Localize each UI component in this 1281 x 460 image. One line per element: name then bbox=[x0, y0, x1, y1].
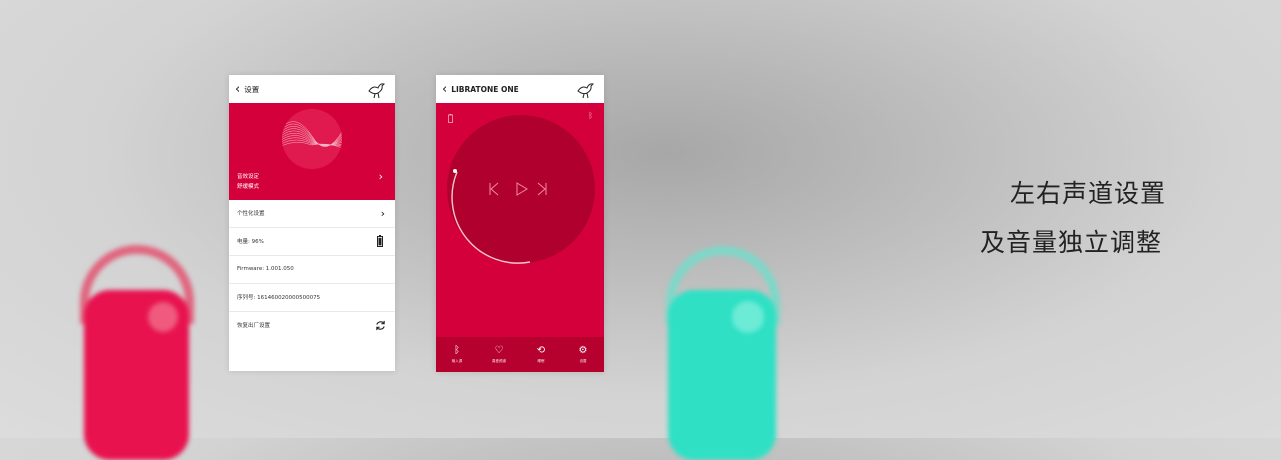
player-phone-screen: ‹ LIBRATONE ONE ᛒ ᛒ 输入源 ♡ 喜爱频道 ⟲ 睡眠 ⚙ 设置 bbox=[436, 75, 604, 372]
firmware-row: Firmware: 1.001.050 bbox=[229, 255, 395, 284]
gear-icon: ⚙ bbox=[578, 345, 588, 356]
profile-line2: 舒缓模式 bbox=[237, 184, 260, 190]
factory-reset-row[interactable]: 恢复出厂设置 bbox=[229, 311, 395, 339]
bird-logo-icon bbox=[368, 83, 385, 99]
timer-icon: ⟲ bbox=[536, 345, 546, 356]
profile-line1: 音效设定 bbox=[237, 174, 260, 180]
sound-profile-panel[interactable]: 音效设定 舒缓模式 › bbox=[229, 103, 395, 200]
settings-title: 设置 bbox=[244, 84, 260, 94]
volume-dial[interactable] bbox=[445, 113, 597, 265]
tab-input-source[interactable]: ᛒ 输入源 bbox=[436, 337, 478, 372]
tab-sleep-timer[interactable]: ⟲ 睡眠 bbox=[520, 337, 562, 372]
battery-row: 电量: 96% bbox=[229, 227, 395, 256]
waveform-sphere-graphic bbox=[282, 109, 342, 169]
battery-icon bbox=[377, 235, 383, 247]
player-tabbar: ᛒ 输入源 ♡ 喜爱频道 ⟲ 睡眠 ⚙ 设置 bbox=[436, 337, 604, 372]
chevron-right-icon: › bbox=[378, 170, 383, 183]
bluetooth-icon: ᛒ bbox=[454, 345, 460, 356]
tab-favorites[interactable]: ♡ 喜爱频道 bbox=[478, 337, 520, 372]
serial-row: 序列号: 161460020000500075 bbox=[229, 283, 395, 312]
player-area: ᛒ bbox=[436, 103, 604, 337]
caption-line1: 左右声道设置 bbox=[1010, 179, 1167, 208]
teal-speaker-image bbox=[656, 246, 791, 460]
bird-logo-icon bbox=[577, 83, 594, 99]
personalize-row[interactable]: 个性化设置 › bbox=[229, 199, 395, 228]
caption-line2: 及音量独立调整 bbox=[980, 228, 1163, 257]
pink-speaker-image bbox=[72, 245, 202, 460]
settings-phone-screen: ‹ 设置 音效设定 舒缓模式 › 个性化设置 › 电量: 96% Firmwar… bbox=[229, 75, 395, 371]
volume-knob[interactable] bbox=[453, 169, 457, 173]
player-navbar: ‹ LIBRATONE ONE bbox=[436, 75, 604, 103]
tab-settings[interactable]: ⚙ 设置 bbox=[562, 337, 604, 372]
back-arrow-icon[interactable]: ‹ bbox=[442, 82, 447, 97]
player-title: LIBRATONE ONE bbox=[451, 84, 519, 94]
refresh-icon bbox=[376, 320, 385, 330]
heart-icon: ♡ bbox=[494, 345, 504, 356]
back-arrow-icon[interactable]: ‹ bbox=[235, 82, 240, 97]
settings-navbar: ‹ 设置 bbox=[229, 75, 395, 103]
chevron-right-icon: › bbox=[380, 206, 385, 220]
